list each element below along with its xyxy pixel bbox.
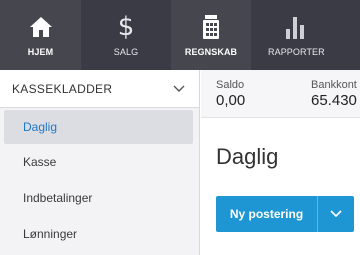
new-entry-button-group: Ny postering bbox=[216, 196, 354, 232]
sidebar: KASSEKLADDER Daglig Kasse Indbetalinger … bbox=[0, 70, 200, 255]
nav-home[interactable]: HJEM bbox=[0, 0, 81, 70]
sidebar-item-label: Kasse bbox=[23, 155, 57, 169]
home-icon bbox=[27, 14, 55, 40]
sidebar-item-lonninger[interactable]: Lønninger bbox=[0, 216, 199, 252]
bank-value: 65.430 bbox=[311, 92, 357, 109]
sidebar-item-daglig[interactable]: Daglig bbox=[4, 110, 193, 144]
sidebar-item-label: Lønninger bbox=[23, 227, 78, 241]
sidebar-item-indbetalinger[interactable]: Indbetalinger bbox=[0, 180, 199, 216]
saldo-value: 0,00 bbox=[216, 92, 246, 109]
main-content: Saldo 0,00 Bankkont 65.430 Daglig Ny pos… bbox=[201, 70, 360, 255]
nav-reports-label: RAPPORTER bbox=[268, 47, 325, 57]
new-entry-button[interactable]: Ny postering bbox=[216, 196, 317, 232]
nav-reports[interactable]: RAPPORTER bbox=[251, 0, 360, 70]
nav-sales-label: SALG bbox=[113, 47, 139, 57]
sidebar-item-label: Daglig bbox=[23, 120, 58, 134]
bank-label: Bankkont bbox=[311, 79, 357, 91]
saldo-label: Saldo bbox=[216, 79, 245, 91]
nav-sales[interactable]: $ SALG bbox=[81, 0, 171, 70]
bar-chart-icon bbox=[279, 14, 311, 40]
chevron-down-icon bbox=[330, 210, 342, 218]
stats-bar: Saldo 0,00 Bankkont 65.430 bbox=[201, 70, 360, 118]
new-entry-dropdown-button[interactable] bbox=[317, 196, 354, 232]
top-navigation: HJEM $ SALG REGNSKAB RAPPORTER bbox=[0, 0, 360, 70]
nav-accounting-label: REGNSKAB bbox=[184, 47, 238, 57]
saldo-stat: Saldo 0,00 bbox=[216, 79, 245, 109]
sidebar-item-kasse[interactable]: Kasse bbox=[0, 144, 199, 180]
calculator-icon bbox=[197, 14, 225, 40]
nav-home-label: HJEM bbox=[27, 47, 54, 57]
section-title: KASSEKLADDER bbox=[12, 81, 113, 96]
bank-stat: Bankkont 65.430 bbox=[311, 79, 357, 109]
section-header-kassekladder[interactable]: KASSEKLADDER bbox=[0, 70, 199, 108]
chevron-down-icon bbox=[173, 83, 185, 95]
page-title: Daglig bbox=[216, 144, 279, 169]
dollar-icon: $ bbox=[117, 12, 135, 42]
nav-accounting[interactable]: REGNSKAB bbox=[171, 0, 251, 70]
sidebar-item-label: Indbetalinger bbox=[23, 191, 93, 205]
